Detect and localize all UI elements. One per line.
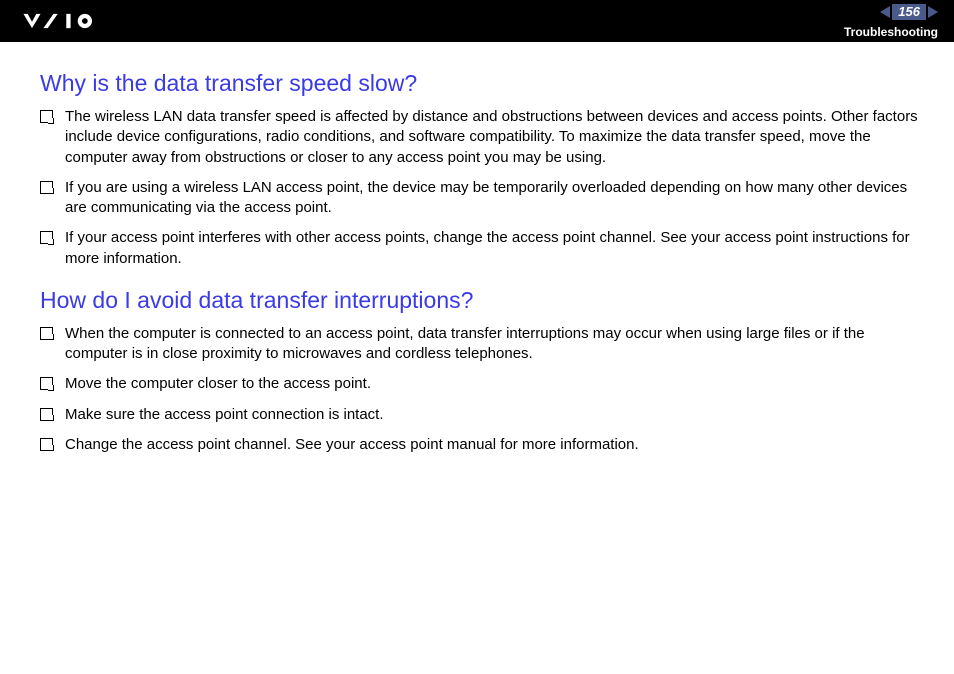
list-item: Change the access point channel. See you…: [40, 435, 926, 455]
list-item: The wireless LAN data transfer speed is …: [40, 107, 926, 168]
bullet-icon: [40, 377, 53, 390]
list-item: Make sure the access point connection is…: [40, 405, 926, 425]
header-right: 156 Troubleshooting: [844, 4, 938, 39]
bullet-list: The wireless LAN data transfer speed is …: [40, 107, 926, 269]
list-item: If your access point interferes with oth…: [40, 228, 926, 269]
list-item: When the computer is connected to an acc…: [40, 324, 926, 365]
bullet-icon: [40, 110, 53, 123]
list-item: If you are using a wireless LAN access p…: [40, 178, 926, 219]
section-heading: Why is the data transfer speed slow?: [40, 70, 926, 97]
page-number-badge[interactable]: 156: [880, 4, 938, 20]
section-label[interactable]: Troubleshooting: [844, 25, 938, 39]
vaio-logo: [22, 10, 122, 32]
prev-page-arrow-icon[interactable]: [880, 6, 890, 18]
header-bar: 156 Troubleshooting: [0, 0, 954, 42]
section-heading: How do I avoid data transfer interruptio…: [40, 287, 926, 314]
bullet-icon: [40, 231, 53, 244]
next-page-arrow-icon[interactable]: [928, 6, 938, 18]
list-item: Move the computer closer to the access p…: [40, 374, 926, 394]
bullet-icon: [40, 327, 53, 340]
bullet-list: When the computer is connected to an acc…: [40, 324, 926, 455]
page-number: 156: [892, 4, 926, 20]
bullet-icon: [40, 438, 53, 451]
bullet-icon: [40, 408, 53, 421]
page-content: Why is the data transfer speed slow? The…: [0, 42, 954, 455]
bullet-icon: [40, 181, 53, 194]
